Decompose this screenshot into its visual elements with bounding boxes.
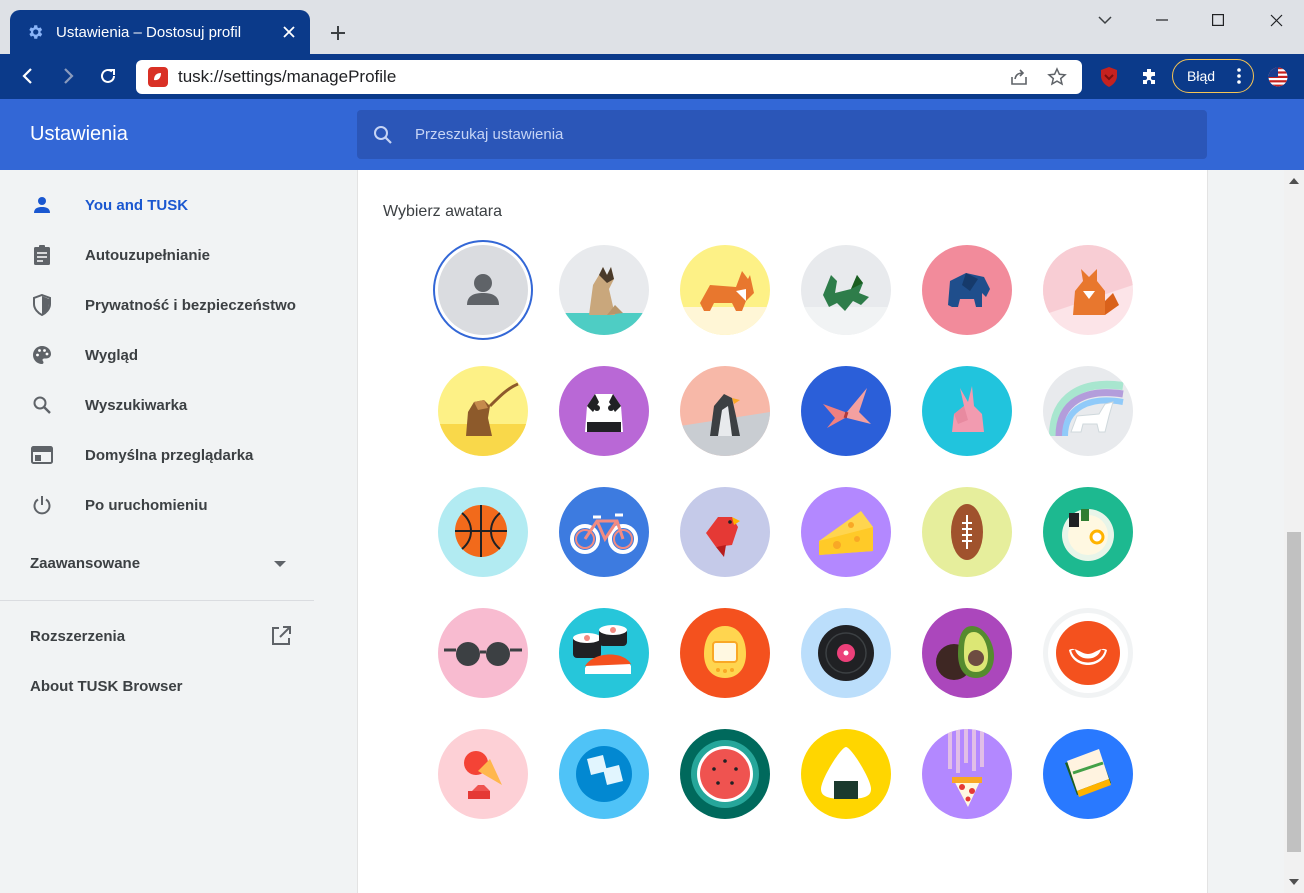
share-icon[interactable]: [1006, 64, 1032, 90]
avocado-avatar[interactable]: [922, 608, 1012, 698]
clipboard-icon: [30, 243, 54, 267]
site-icon: [148, 67, 168, 87]
sunglasses-avatar[interactable]: [438, 608, 528, 698]
sidebar-item-label: Wyszukiwarka: [85, 396, 188, 414]
browser-toolbar: tusk://settings/manageProfile Błąd: [0, 54, 1304, 99]
person-icon: [30, 193, 54, 217]
shield-extension-icon[interactable]: [1096, 64, 1122, 90]
monkey-avatar[interactable]: [438, 366, 528, 456]
extensions-link[interactable]: Rozszerzenia: [30, 628, 125, 645]
basketball-avatar[interactable]: [438, 487, 528, 577]
gear-icon: [29, 25, 43, 39]
scroll-up-icon[interactable]: [1289, 178, 1299, 184]
page-title: Ustawienia: [30, 123, 128, 145]
butterfly-avatar[interactable]: [801, 366, 891, 456]
us-flag-icon[interactable]: [1265, 64, 1291, 90]
football-avatar[interactable]: [922, 487, 1012, 577]
tamagotchi-avatar[interactable]: [680, 608, 770, 698]
sidebar: You and TUSK Autouzupełnianie Prywatność…: [0, 170, 320, 893]
search-icon: [374, 125, 392, 144]
dragon-avatar[interactable]: [801, 245, 891, 335]
default-person-avatar[interactable]: [438, 245, 528, 335]
tab-title: Ustawienia – Dostosuj profil: [56, 23, 242, 41]
close-window-icon[interactable]: [1262, 8, 1290, 32]
corgi-avatar[interactable]: [680, 245, 770, 335]
tab-strip: Ustawienia – Dostosuj profil: [0, 0, 1304, 54]
sidebar-item-you-and-tusk[interactable]: You and TUSK: [0, 181, 320, 229]
page-scrollbar[interactable]: [1284, 170, 1304, 893]
tab-search-chevron-icon[interactable]: [1091, 8, 1119, 32]
scroll-down-icon[interactable]: [1289, 879, 1299, 885]
sandwich-avatar[interactable]: [1043, 729, 1133, 819]
cheese-avatar[interactable]: [801, 487, 891, 577]
sidebar-item-label: Autouzupełnianie: [85, 246, 210, 264]
back-icon[interactable]: [14, 62, 42, 90]
advanced-section-toggle[interactable]: Zaawansowane: [30, 555, 290, 572]
elephant-avatar[interactable]: [922, 245, 1012, 335]
sidebar-item-label: Domyślna przeglądarka: [85, 446, 254, 464]
sidebar-item-privacy[interactable]: Prywatność i bezpieczeństwo: [0, 281, 320, 329]
advanced-label: Zaawansowane: [30, 555, 141, 572]
avatar-section-title: Wybierz awatara: [383, 203, 503, 220]
error-label: Błąd: [1187, 68, 1216, 84]
unicorn-avatar[interactable]: [1043, 366, 1133, 456]
search-input[interactable]: Przeszukaj ustawienia: [357, 110, 1207, 159]
bird-avatar[interactable]: [680, 487, 770, 577]
about-link[interactable]: About TUSK Browser: [30, 678, 183, 695]
power-icon: [30, 493, 54, 517]
search-icon: [30, 393, 54, 417]
reload-icon[interactable]: [94, 62, 122, 90]
ice-cubes-avatar[interactable]: [559, 729, 649, 819]
palette-icon: [30, 343, 54, 367]
forward-icon[interactable]: [54, 62, 82, 90]
pizza-avatar[interactable]: [922, 729, 1012, 819]
ice-cream-avatar[interactable]: [438, 729, 528, 819]
vinyl-avatar[interactable]: [801, 608, 891, 698]
url-text: tusk://settings/manageProfile: [178, 67, 397, 86]
smiley-avatar[interactable]: [1043, 608, 1133, 698]
minimize-icon[interactable]: [1148, 8, 1176, 32]
sidebar-item-label: You and TUSK: [85, 196, 189, 214]
sidebar-item-label: Po uruchomieniu: [85, 496, 208, 514]
sushi-avatar[interactable]: [559, 608, 649, 698]
address-bar[interactable]: tusk://settings/manageProfile: [136, 60, 1082, 94]
sidebar-item-appearance[interactable]: Wygląd: [0, 331, 320, 379]
scrollbar-thumb[interactable]: [1287, 532, 1301, 852]
sidebar-item-label: Wygląd: [85, 346, 139, 364]
ramen-avatar[interactable]: [1043, 487, 1133, 577]
onigiri-avatar[interactable]: [801, 729, 891, 819]
panda-avatar[interactable]: [559, 366, 649, 456]
maximize-icon[interactable]: [1204, 8, 1232, 32]
settings-header: Ustawienia Przeszukaj ustawienia: [0, 99, 1304, 170]
active-tab[interactable]: Ustawienia – Dostosuj profil: [10, 10, 310, 54]
cat-avatar[interactable]: [559, 245, 649, 335]
sidebar-item-label: Prywatność i bezpieczeństwo: [85, 296, 296, 314]
sidebar-divider: [0, 600, 314, 601]
shield-icon: [30, 293, 54, 317]
close-tab-icon[interactable]: [278, 21, 300, 43]
fox-avatar[interactable]: [1043, 245, 1133, 335]
avatar-picker-card: Wybierz awatara: [357, 170, 1208, 893]
puzzle-extensions-icon[interactable]: [1136, 64, 1162, 90]
new-tab-button[interactable]: [324, 19, 352, 47]
rabbit-avatar[interactable]: [922, 366, 1012, 456]
bookmark-star-icon[interactable]: [1044, 64, 1070, 90]
watermelon-avatar[interactable]: [680, 729, 770, 819]
bicycle-avatar[interactable]: [559, 487, 649, 577]
open-external-icon[interactable]: [270, 625, 292, 647]
penguin-avatar[interactable]: [680, 366, 770, 456]
browser-window-icon: [30, 443, 54, 467]
profile-error-button[interactable]: Błąd: [1172, 59, 1254, 93]
sidebar-item-autofill[interactable]: Autouzupełnianie: [0, 231, 320, 279]
sidebar-item-default-browser[interactable]: Domyślna przeglądarka: [0, 431, 320, 479]
sidebar-item-on-startup[interactable]: Po uruchomieniu: [0, 481, 320, 529]
caret-down-icon: [274, 561, 286, 567]
menu-dots-icon[interactable]: [1237, 68, 1241, 87]
sidebar-item-search-engine[interactable]: Wyszukiwarka: [0, 381, 320, 429]
search-placeholder: Przeszukaj ustawienia: [415, 126, 564, 143]
